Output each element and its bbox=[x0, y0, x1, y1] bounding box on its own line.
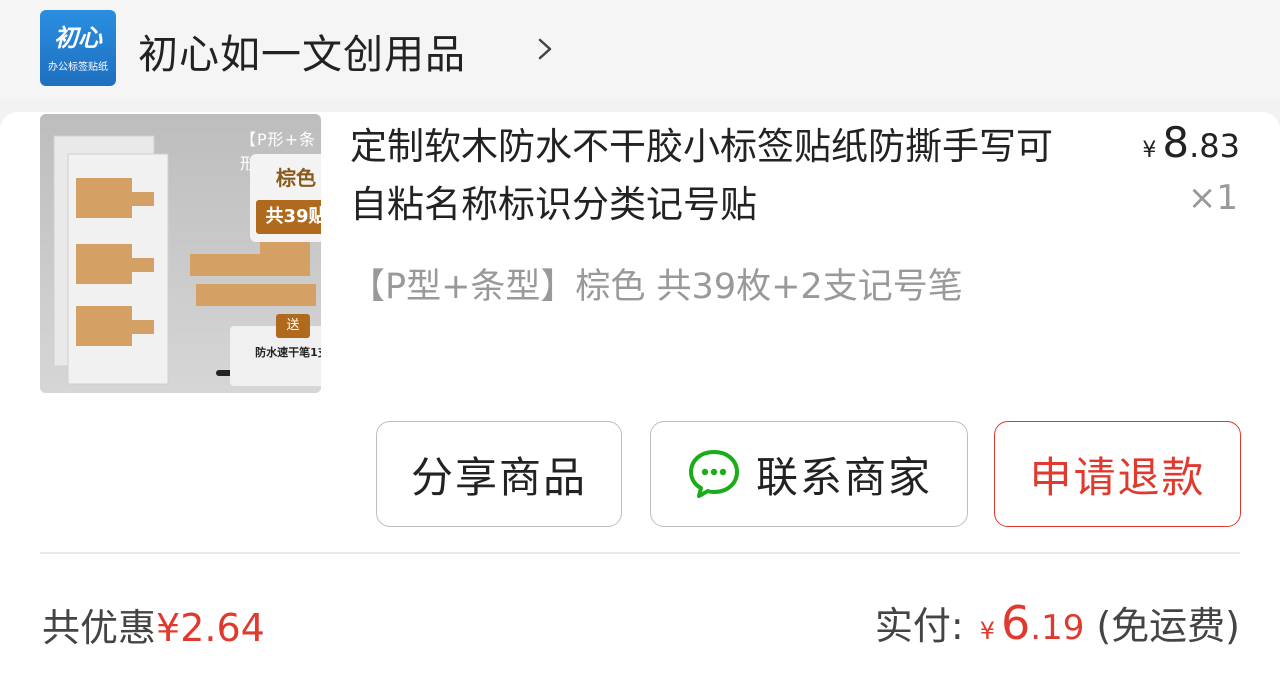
product-image[interactable]: 【P形+条形】 棕色 共39贴 送 防水速干笔1支 bbox=[40, 114, 321, 393]
store-logo-text: 初心 bbox=[54, 24, 102, 52]
request-refund-label: 申请退款 bbox=[1029, 452, 1206, 502]
discount-summary: 共优惠¥2.64 bbox=[42, 597, 265, 652]
share-product-label: 分享商品 bbox=[410, 452, 587, 502]
chat-bubble-icon bbox=[688, 450, 739, 498]
discount-amount: ¥2.64 bbox=[156, 606, 265, 650]
image-gift-label: 送 bbox=[276, 314, 310, 338]
paid-integer: 6 bbox=[1000, 596, 1031, 650]
paid-summary: 实付: ¥6.19 (免运费) bbox=[875, 595, 1240, 650]
store-header: 初心 办公标签贴纸 初心如一文创用品 bbox=[0, 0, 1280, 100]
paid-currency: ¥ bbox=[979, 617, 995, 645]
contact-seller-label: 联系商家 bbox=[755, 452, 932, 502]
image-gift-box: 送 防水速干笔1支 bbox=[230, 314, 321, 386]
quantity: ×1 bbox=[1187, 178, 1238, 218]
product-title[interactable]: 定制软木防水不干胶小标签贴纸防撕手写可自粘名称标识分类记号贴 bbox=[350, 118, 1080, 234]
price-currency: ¥ bbox=[1142, 138, 1157, 163]
share-product-button[interactable]: 分享商品 bbox=[376, 421, 622, 527]
product-spec: 【P型+条型】棕色 共39枚+2支记号笔 bbox=[350, 267, 963, 307]
store-logo[interactable]: 初心 办公标签贴纸 bbox=[40, 10, 116, 86]
discount-label: 共优惠 bbox=[42, 606, 157, 650]
shipping-note: (免运费) bbox=[1096, 604, 1240, 648]
store-logo-subtext: 办公标签贴纸 bbox=[48, 62, 108, 73]
contact-seller-button[interactable]: 联系商家 bbox=[650, 421, 968, 527]
paid-decimal: .19 bbox=[1030, 608, 1085, 648]
paid-label: 实付: bbox=[874, 604, 964, 648]
price-decimal: .83 bbox=[1189, 127, 1240, 165]
unit-price: ¥8.83 bbox=[1142, 118, 1240, 167]
image-gift-text: 防水速干笔1支 bbox=[255, 346, 321, 359]
store-name[interactable]: 初心如一文创用品 bbox=[138, 22, 466, 80]
order-page: 初心 办公标签贴纸 初心如一文创用品 【P形+条形 棕色 共39贴 送 防水速干… bbox=[0, 0, 1280, 677]
divider bbox=[40, 552, 1240, 554]
chevron-right-icon[interactable] bbox=[534, 34, 556, 64]
image-color-card: 棕色 共39贴 bbox=[250, 154, 321, 242]
image-color-label: 棕色 bbox=[276, 166, 316, 190]
price-integer: 8 bbox=[1162, 118, 1190, 167]
request-refund-button[interactable]: 申请退款 bbox=[994, 421, 1241, 527]
image-count-label: 共39贴 bbox=[256, 200, 321, 234]
